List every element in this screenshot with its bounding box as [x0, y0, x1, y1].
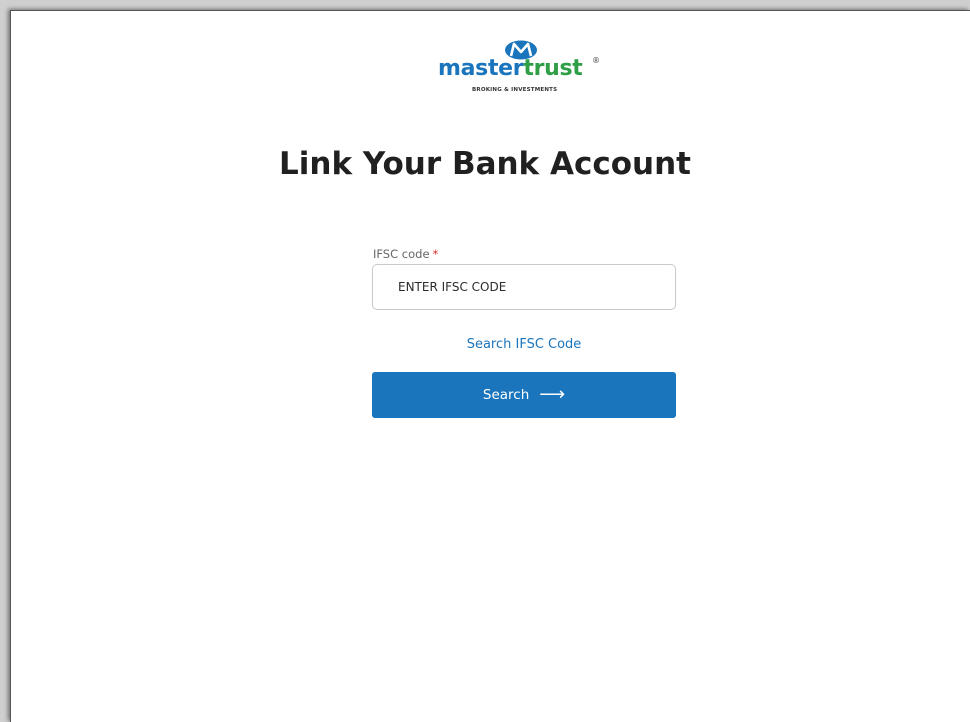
page-title: Link Your Bank Account — [279, 146, 691, 182]
mastertrust-logo: mastertrust ® BROKING & INVESTMENTS — [438, 40, 608, 110]
logo-wordmark: mastertrust — [438, 56, 583, 82]
ifsc-label-text: IFSC code — [373, 247, 430, 261]
search-ifsc-code-link[interactable]: Search IFSC Code — [372, 337, 676, 352]
required-asterisk: * — [432, 247, 439, 261]
arrow-right-icon: ⟶ — [539, 384, 566, 405]
search-button[interactable]: Search ⟶ — [372, 372, 676, 418]
logo-tagline: BROKING & INVESTMENTS — [472, 87, 558, 93]
logo-word-trust: trust — [523, 56, 583, 81]
window-left-edge — [0, 0, 10, 722]
page-frame — [10, 10, 970, 722]
search-button-label: Search — [482, 387, 530, 403]
ifsc-code-input[interactable] — [372, 264, 676, 310]
registered-mark: ® — [592, 56, 600, 65]
logo-word-master: master — [438, 56, 524, 81]
window-top-edge — [0, 0, 970, 10]
ifsc-field-label: IFSC code * — [373, 247, 438, 261]
